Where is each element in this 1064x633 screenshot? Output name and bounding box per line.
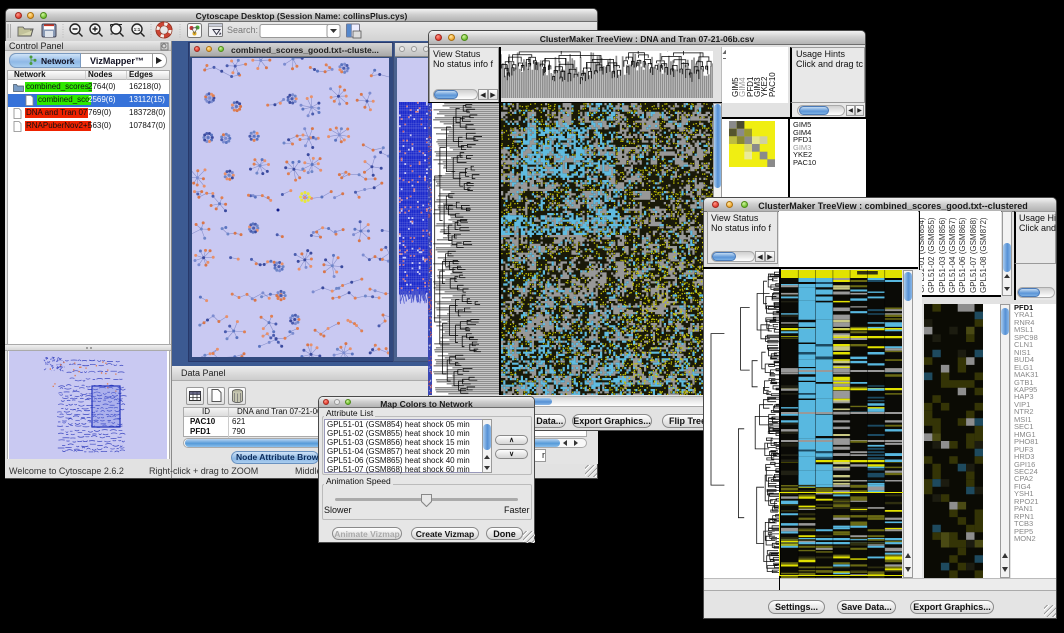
svg-text:GPL51-02 (GSM855): GPL51-02 (GSM855) (927, 217, 936, 293)
svg-text:PAC10: PAC10 (768, 72, 777, 97)
svg-text:1:1: 1:1 (134, 27, 141, 32)
svg-text:GPL51-03 (GSM856): GPL51-03 (GSM856) (938, 217, 947, 293)
svg-text:GPL51-06 (GSM865): GPL51-06 (GSM865) (958, 217, 967, 293)
svg-text:GPL51-07 (GSM868): GPL51-07 (GSM868) (969, 217, 978, 293)
svg-text:Search:: Search: (227, 25, 258, 35)
svg-text:GPL51-04 (GSM857): GPL51-04 (GSM857) (948, 217, 957, 293)
svg-text:GPL51-08 (GSM872): GPL51-08 (GSM872) (979, 217, 988, 293)
